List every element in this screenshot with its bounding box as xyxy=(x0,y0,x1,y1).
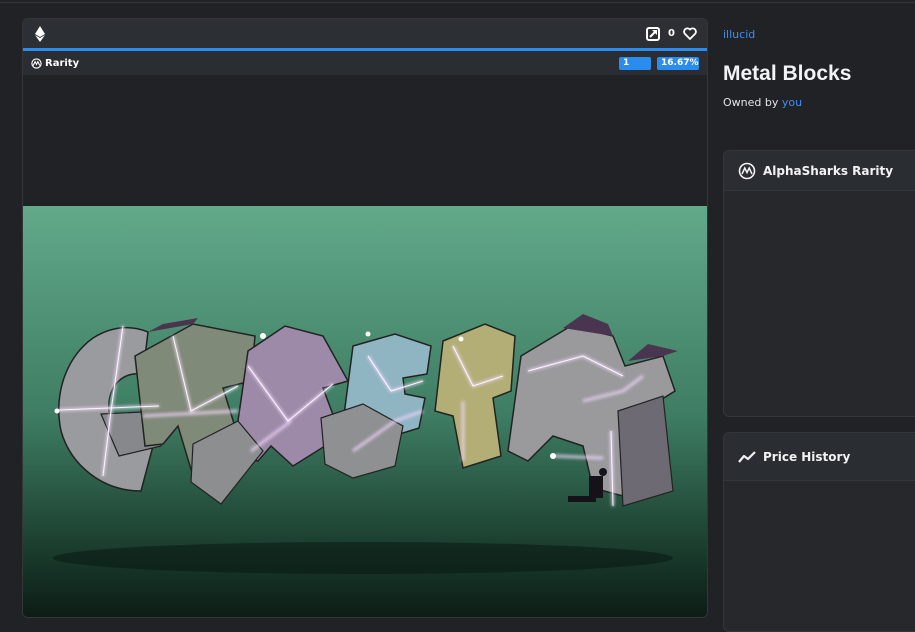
item-media-card: 0 Rarity 1 16.67% xyxy=(22,18,708,618)
price-history-panel: Price History xyxy=(723,432,915,632)
alphasharks-icon xyxy=(31,57,42,69)
ethereum-icon xyxy=(35,25,45,42)
top-divider xyxy=(0,0,915,3)
external-link-icon[interactable] xyxy=(646,26,661,41)
collection-link[interactable]: illucid xyxy=(723,28,755,41)
alphasharks-rarity-panel: AlphaSharks Rarity xyxy=(723,150,915,417)
alphasharks-icon xyxy=(738,162,756,179)
price-history-title: Price History xyxy=(763,449,851,464)
trend-line-icon xyxy=(738,450,756,463)
price-history-header[interactable]: Price History xyxy=(724,433,915,481)
owner-line: Owned by you xyxy=(723,96,802,109)
nft-artwork xyxy=(23,206,707,617)
card-header: 0 xyxy=(23,19,707,51)
item-title: Metal Blocks xyxy=(723,62,852,85)
rarity-percent-badge: 16.67% xyxy=(657,56,699,70)
heart-icon[interactable] xyxy=(683,27,697,40)
owned-by-label: Owned by xyxy=(723,96,779,109)
rarity-rank-badge: 1 xyxy=(619,56,651,70)
favorites-count: 0 xyxy=(668,28,675,39)
rarity-label: Rarity xyxy=(45,57,80,69)
alphasharks-rarity-header[interactable]: AlphaSharks Rarity xyxy=(724,151,915,191)
rarity-row: Rarity 1 16.67% xyxy=(23,51,707,75)
owner-link[interactable]: you xyxy=(782,96,802,109)
alphasharks-rarity-title: AlphaSharks Rarity xyxy=(763,163,894,178)
